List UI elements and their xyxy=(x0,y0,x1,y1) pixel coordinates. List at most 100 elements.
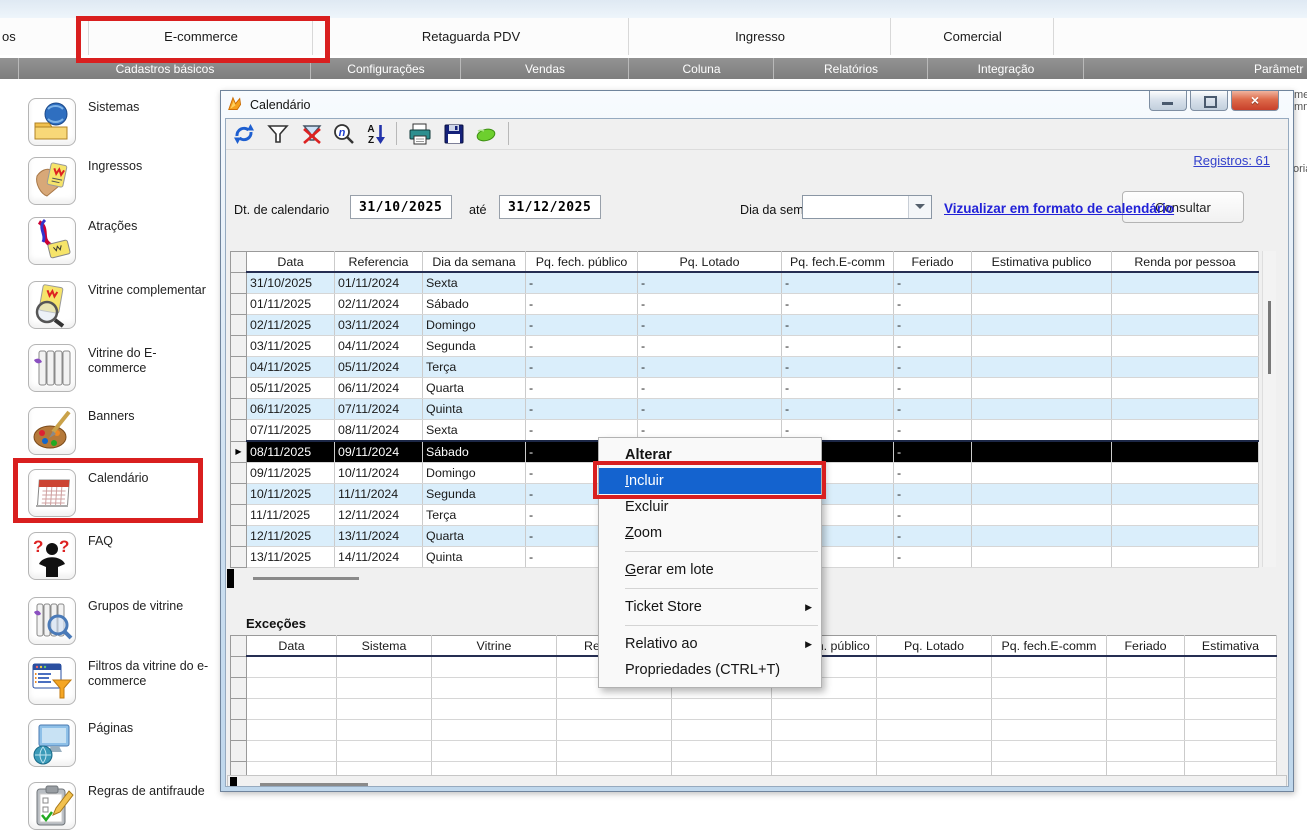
calendar-icon xyxy=(28,469,76,517)
menu-parametros[interactable]: Parâmetr xyxy=(1083,58,1307,79)
table-row[interactable]: 03/11/202504/11/2024Segunda---- xyxy=(231,336,1259,357)
context-menu-item-zoom[interactable]: Zoom xyxy=(599,520,821,546)
attractions-icon xyxy=(28,217,76,265)
sidebar-item-sistemas[interactable]: Sistemas xyxy=(28,98,212,156)
tab-ingresso[interactable]: Ingresso xyxy=(628,18,891,55)
column-header[interactable]: Data xyxy=(247,252,335,273)
menu-configuracoes[interactable]: Configurações xyxy=(310,58,461,79)
column-header[interactable]: Dia da semana xyxy=(423,252,526,273)
sidebar-item-label: Vitrine complementar xyxy=(88,283,210,298)
tab-ecommerce[interactable]: E-commerce xyxy=(88,18,313,55)
svg-text:A: A xyxy=(367,124,374,135)
column-header[interactable]: Data xyxy=(247,636,337,657)
filters-icon xyxy=(28,657,76,705)
context-menu-item-alterar[interactable]: Alterar xyxy=(599,442,821,468)
refresh-icon[interactable] xyxy=(232,122,257,147)
sidebar-item-vitrine-do-e-commerce[interactable]: Vitrine do E-commerce xyxy=(28,344,212,402)
context-menu-item-relativo-ao[interactable]: Relativo ao▶ xyxy=(599,631,821,657)
table-row[interactable] xyxy=(231,741,1277,762)
column-header[interactable]: Estimativa publico xyxy=(972,252,1112,273)
minimize-button[interactable] xyxy=(1149,91,1187,111)
table-row[interactable]: 06/11/202507/11/2024Quinta---- xyxy=(231,399,1259,420)
chevron-down-icon[interactable] xyxy=(908,196,931,218)
sidebar-item-grupos-de-vitrine[interactable]: Grupos de vitrine xyxy=(28,597,212,655)
exceptions-horizontal-scrollbar[interactable] xyxy=(227,775,1287,787)
column-header[interactable]: Pq. fech. público xyxy=(526,252,638,273)
context-menu-item-ticket-store[interactable]: Ticket Store▶ xyxy=(599,594,821,620)
svg-text:?: ? xyxy=(59,537,69,556)
column-header[interactable]: Vitrine xyxy=(432,636,557,657)
showcase-complement-icon xyxy=(28,281,76,329)
menu-separator xyxy=(625,588,818,589)
sidebar: SistemasIngressos Atrações Vitrine complem… xyxy=(0,79,218,830)
tab-comercial[interactable]: Comercial xyxy=(890,18,1054,55)
context-menu-item-propriedades-ctrl-t[interactable]: Propriedades (CTRL+T) xyxy=(599,657,821,683)
exceptions-horizontal-scrollbar-thumb[interactable] xyxy=(260,783,368,786)
sidebar-item-label: Atrações xyxy=(88,219,210,234)
window-title: Calendário xyxy=(250,98,310,112)
save-icon[interactable] xyxy=(442,122,467,147)
grid-vertical-scrollbar[interactable] xyxy=(1262,251,1276,567)
column-header[interactable]: Referencia xyxy=(335,252,423,273)
menu-integracao[interactable]: Integração xyxy=(927,58,1084,79)
sidebar-item-vitrine-complementar[interactable]: Vitrine complementar xyxy=(28,281,212,339)
column-header[interactable]: Pq. Lotado xyxy=(877,636,992,657)
sidebar-item-filtros-da-vitrine-do-e-commerce[interactable]: Filtros da vitrine do e-commerce xyxy=(28,657,212,715)
sidebar-item-paginas[interactable]: Páginas xyxy=(28,719,212,777)
filter-icon[interactable] xyxy=(266,122,291,147)
scrollbar-tick[interactable] xyxy=(230,777,237,787)
menu-bar: Cadastros básicos Configurações Vendas C… xyxy=(0,58,1307,79)
menu-relatorios[interactable]: Relatórios xyxy=(773,58,928,79)
date-to-input[interactable] xyxy=(499,195,601,219)
registros-link[interactable]: Registros: 61 xyxy=(1193,153,1270,168)
find-icon[interactable]: n xyxy=(332,122,357,147)
close-button[interactable]: × xyxy=(1231,91,1279,111)
menu-vendas[interactable]: Vendas xyxy=(460,58,629,79)
weekday-select[interactable] xyxy=(802,195,932,219)
print-icon[interactable] xyxy=(408,122,433,147)
table-row[interactable] xyxy=(231,720,1277,741)
sidebar-item-banners[interactable]: Banners xyxy=(28,407,212,465)
context-menu-item-gerar-em-lote[interactable]: Gerar em lote xyxy=(599,557,821,583)
column-header[interactable]: Feriado xyxy=(894,252,972,273)
table-row[interactable]: 04/11/202505/11/2024Terça---- xyxy=(231,357,1259,378)
column-header[interactable]: Pq. fech.E-comm xyxy=(992,636,1107,657)
grid-vertical-scrollbar-thumb[interactable] xyxy=(1268,301,1271,374)
window-titlebar: Calendário xyxy=(227,96,310,113)
column-header[interactable]: Sistema xyxy=(337,636,432,657)
table-row[interactable]: 31/10/202501/11/2024Sexta---- xyxy=(231,272,1259,294)
submenu-arrow-icon: ▶ xyxy=(805,594,812,620)
context-menu-item-incluir[interactable]: Incluir xyxy=(599,468,821,494)
table-row[interactable]: 02/11/202503/11/2024Domingo---- xyxy=(231,315,1259,336)
sidebar-item-regras-de-antifraude[interactable]: Regras de antifraude xyxy=(28,782,212,830)
table-row[interactable]: 01/11/202502/11/2024Sábado---- xyxy=(231,294,1259,315)
svg-text:n: n xyxy=(339,127,346,139)
view-calendar-link[interactable]: Vizualizar em formato de calendário xyxy=(944,201,1174,216)
sidebar-item-ingressos[interactable]: Ingressos xyxy=(28,157,212,215)
clear-filter-icon[interactable] xyxy=(300,122,325,147)
background-fragment: met xyxy=(1294,89,1307,101)
table-row[interactable]: 05/11/202506/11/2024Quarta---- xyxy=(231,378,1259,399)
tab-retaguarda-pdv[interactable]: Retaguarda PDV xyxy=(312,18,629,55)
sidebar-item-atracoes[interactable]: Atrações xyxy=(28,217,212,275)
grid-horizontal-scrollbar-thumb[interactable] xyxy=(253,577,359,580)
until-label: até xyxy=(469,203,487,217)
scrollbar-tick[interactable] xyxy=(227,569,234,588)
date-from-input[interactable] xyxy=(350,195,452,219)
column-header[interactable]: Feriado xyxy=(1107,636,1185,657)
sort-icon[interactable]: AZ xyxy=(364,122,389,147)
column-header[interactable]: Pq. Lotado xyxy=(638,252,782,273)
tab-cut-left[interactable]: os xyxy=(0,18,90,55)
table-row[interactable] xyxy=(231,699,1277,720)
context-menu-item-excluir[interactable]: Excluir xyxy=(599,494,821,520)
restore-button[interactable] xyxy=(1190,91,1228,111)
menu-cadastros-basicos[interactable]: Cadastros básicos xyxy=(18,58,311,79)
sidebar-item-faq[interactable]: ??FAQ xyxy=(28,532,212,590)
run-icon[interactable] xyxy=(474,122,499,147)
column-header[interactable]: Renda por pessoa xyxy=(1112,252,1259,273)
menu-coluna[interactable]: Coluna xyxy=(628,58,774,79)
showcase-ecommerce-icon xyxy=(28,344,76,392)
column-header[interactable]: Estimativa xyxy=(1185,636,1277,657)
sidebar-item-calendario[interactable]: Calendário xyxy=(28,469,212,527)
column-header[interactable]: Pq. fech.E-comm xyxy=(782,252,894,273)
